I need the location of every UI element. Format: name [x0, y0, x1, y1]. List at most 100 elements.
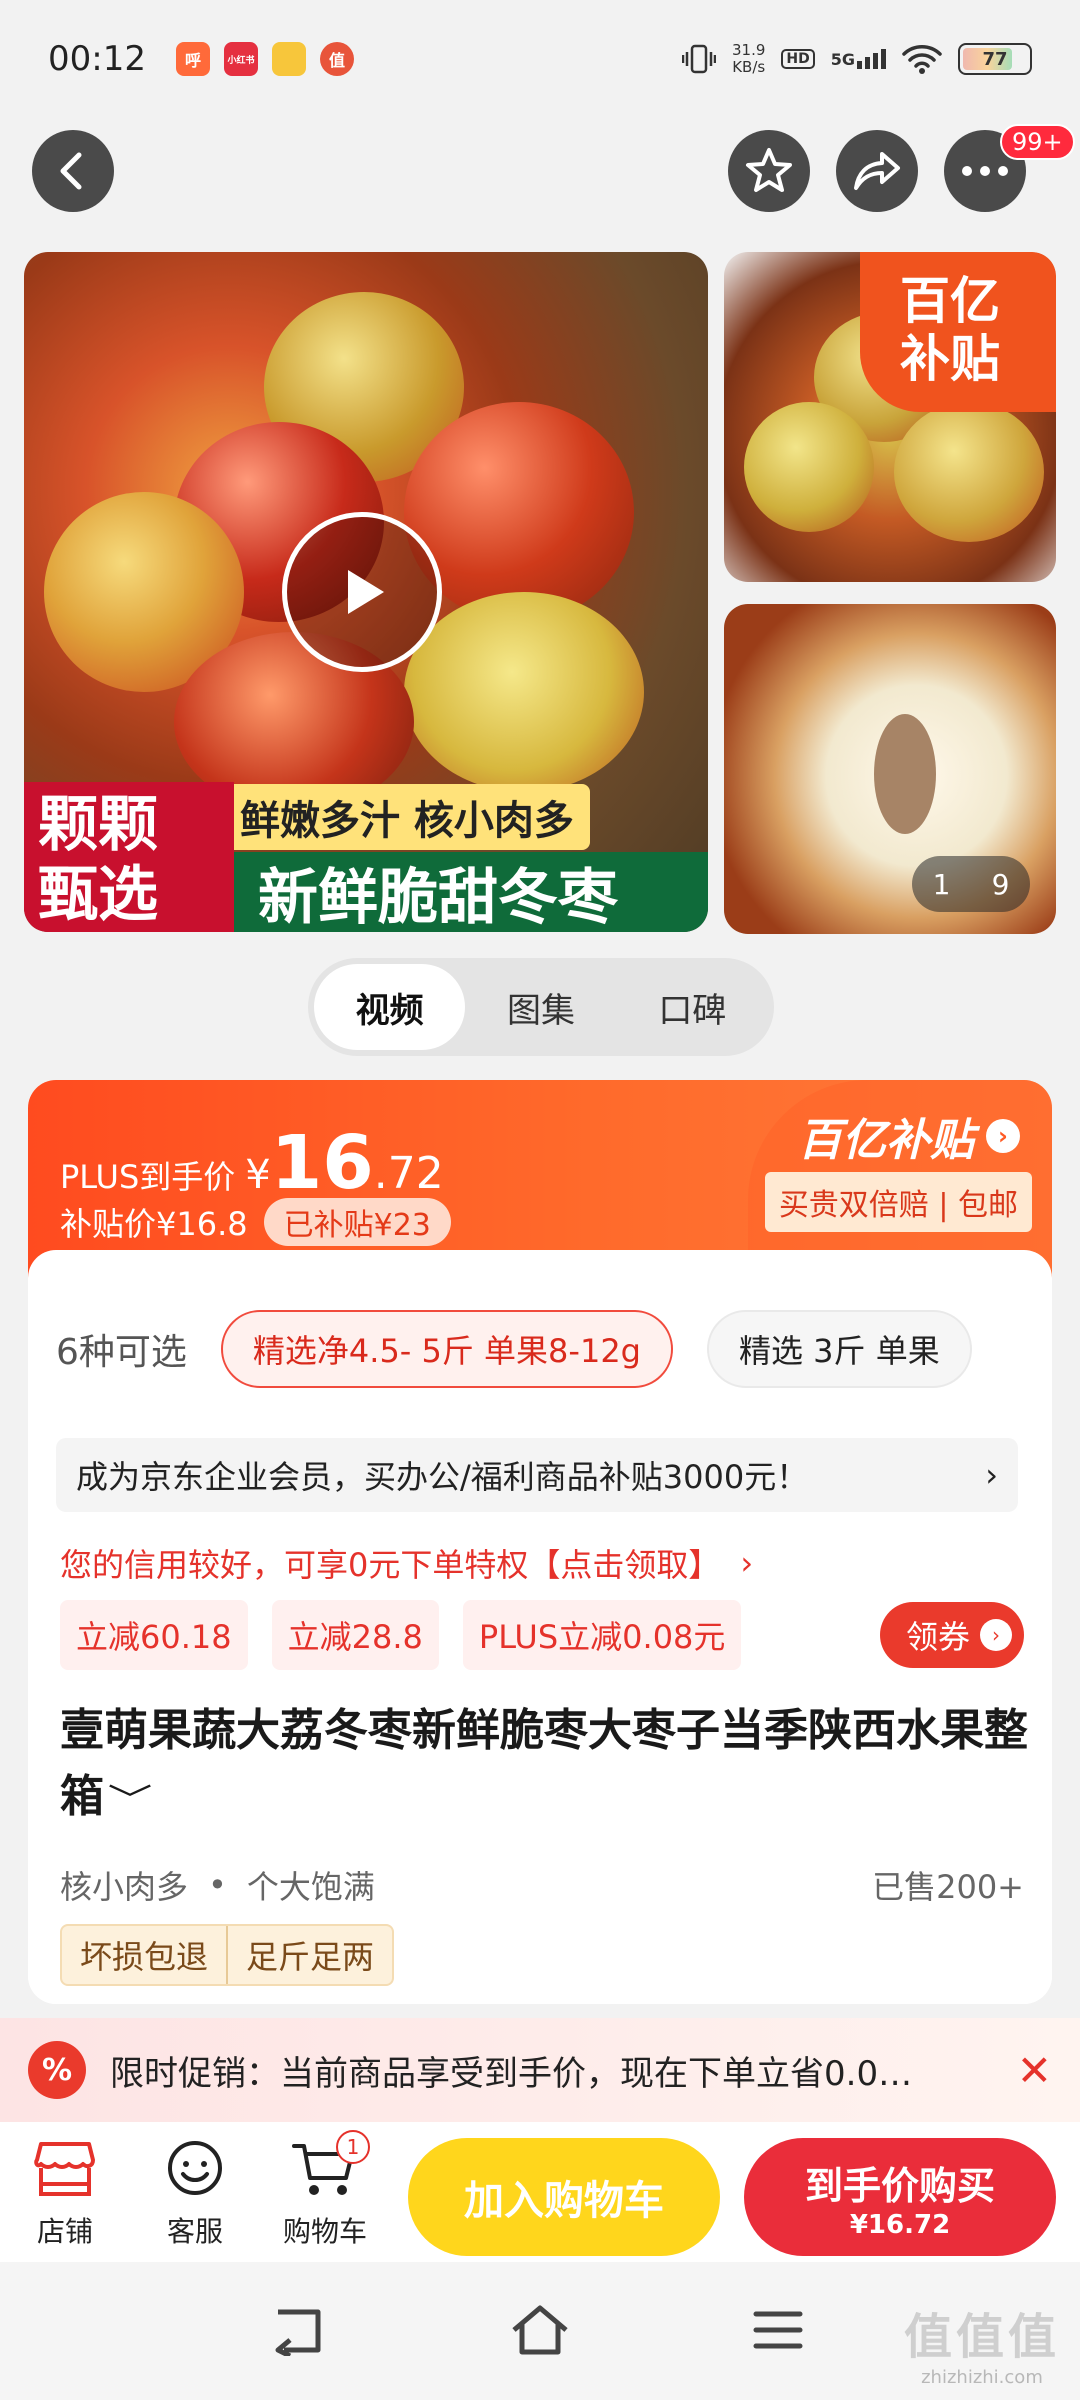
guarantee-label: 买贵双倍赔 | 包邮	[764, 1172, 1032, 1232]
wifi-icon	[902, 45, 942, 74]
jujube-pit-image	[874, 714, 936, 834]
jujube-image	[744, 402, 874, 532]
promo-text: 限时促销：当前商品享受到手价，现在下单立省0.0…	[110, 2053, 913, 2094]
star-icon	[746, 148, 792, 192]
corner-badge-line2: 补贴	[900, 330, 1000, 388]
store-button[interactable]: 店铺	[10, 2140, 120, 2250]
credit-offer-text: 您的信用较好，可享0元下单特权【点击领取】	[60, 1546, 721, 1584]
discount-tag: 立减28.8	[271, 1600, 439, 1670]
cart-label: 购物车	[282, 2215, 367, 2248]
hero-green-label: 新鲜脆甜冬枣	[234, 852, 708, 932]
tab-video[interactable]: 视频	[314, 964, 466, 1050]
gallery-thumb-1[interactable]: 百亿 补贴	[724, 252, 1056, 582]
home-nav-icon[interactable]	[510, 2304, 570, 2356]
close-icon[interactable]: ✕	[1017, 2046, 1052, 2095]
discount-icon: %	[28, 2041, 86, 2099]
net-speed-unit: KB/s	[732, 58, 766, 76]
play-button[interactable]	[282, 512, 442, 672]
spec-count[interactable]: 6种可选	[56, 1323, 187, 1375]
cart-button[interactable]: 1 购物车	[270, 2130, 380, 2250]
app-icon-3	[271, 42, 306, 76]
spec-option-selected[interactable]: 精选净4.5- 5斤 单果8-12g	[220, 1310, 673, 1388]
hero-red-label: 颗颗 甄选	[24, 782, 234, 932]
hero-red-line1: 颗颗	[38, 790, 158, 860]
back-button[interactable]	[32, 130, 114, 212]
service-tags[interactable]: 坏损包退 足斤足两	[60, 1924, 395, 1986]
chevron-right-icon: ›	[986, 1119, 1020, 1153]
status-time: 00:12	[48, 39, 146, 79]
app-icon-1: 呼	[175, 42, 210, 76]
discount-tag: PLUS立减0.08元	[462, 1600, 742, 1670]
corner-badge-line1: 百亿	[900, 272, 1000, 330]
gallery-pager: 1 9	[912, 856, 1030, 912]
product-card: PLUS到手价 ¥ 16 .72 补贴价¥16.8 已补贴¥23 百亿补贴 › …	[28, 1080, 1052, 2004]
network-type: 5G	[830, 50, 855, 69]
subsidy-corner-badge: 百亿 补贴	[860, 252, 1056, 412]
subsidy-line: 补贴价¥16.8 已补贴¥23	[60, 1198, 451, 1246]
vibrate-icon	[681, 44, 716, 74]
discount-list: 立减60.18 立减28.8 PLUS立减0.08元	[60, 1600, 742, 1670]
hero-red-line2: 甄选	[38, 860, 158, 930]
spec-option[interactable]: 精选 3斤 单果	[707, 1310, 972, 1388]
enterprise-member-banner[interactable]: 成为京东企业会员，买办公/福利商品补贴3000元！ ›	[56, 1438, 1018, 1512]
product-title-text: 壹萌果蔬大荔冬枣新鲜脆枣大枣子当季陕西水果整箱	[60, 1705, 1028, 1822]
get-coupon-button[interactable]: 领券 ›	[879, 1602, 1024, 1668]
menu-nav-icon[interactable]	[752, 2308, 804, 2352]
subsidy-brand-label: 百亿补贴	[798, 1115, 974, 1166]
battery-icon: 77	[958, 43, 1032, 75]
tab-gallery[interactable]: 图集	[465, 964, 616, 1050]
product-details: 6种可选 精选净4.5- 5斤 单果8-12g 精选 3斤 单果 成为京东企业会…	[28, 1250, 1052, 2004]
price-integer: 16	[270, 1120, 374, 1206]
store-icon	[34, 2142, 95, 2196]
net-speed-value: 31.9	[731, 41, 766, 59]
share-button[interactable]	[836, 130, 918, 212]
chevron-down-icon: ﹀	[107, 1781, 153, 1819]
hero-tagline: 鲜嫩多汁 核小肉多	[224, 784, 590, 850]
credit-offer[interactable]: 您的信用较好，可享0元下单特权【点击领取】 ›	[60, 1540, 753, 1586]
discount-tag: 立减60.18	[60, 1600, 248, 1670]
subsidy-brand-link[interactable]: 百亿补贴 ›	[798, 1104, 1020, 1168]
feature-separator: •	[208, 1866, 227, 1904]
battery-level: 77	[982, 48, 1008, 70]
service-label: 客服	[166, 2215, 223, 2248]
chevron-right-icon: ›	[985, 1456, 998, 1494]
price-decimal: .72	[373, 1148, 444, 1199]
system-navigation-bar: 值值值 zhizhizhi.com	[0, 2262, 1080, 2400]
service-tag: 坏损包退	[80, 1938, 209, 1976]
buy-now-label: 到手价购买	[804, 2163, 995, 2208]
net-speed: 31.9 KB/s	[732, 42, 765, 76]
customer-service-button[interactable]: 客服	[140, 2140, 250, 2250]
chat-smile-icon	[168, 2141, 222, 2195]
watermark-logo: 值值值	[903, 2309, 1060, 2365]
buy-now-price: ¥16.72	[849, 2209, 951, 2240]
spec-selector: 6种可选 精选净4.5- 5斤 单果8-12g 精选 3斤 单果	[56, 1310, 972, 1388]
feature-label: 核小肉多	[60, 1868, 189, 1906]
bottom-action-bar: 店铺 客服 1 购物车 加入购物车 到手价购买 ¥16.72	[0, 2122, 1080, 2262]
favorite-button[interactable]	[728, 130, 810, 212]
pager-total: 9	[991, 867, 1010, 901]
back-nav-icon[interactable]	[270, 2306, 326, 2356]
more-icon	[962, 166, 1008, 176]
tab-reviews[interactable]: 口碑	[617, 964, 768, 1050]
sold-count: 已售200+	[872, 1868, 1024, 1906]
message-badge: 99+	[1000, 124, 1075, 160]
currency-symbol: ¥	[245, 1152, 271, 1198]
hero-video[interactable]: 鲜嫩多汁 核小肉多 颗颗 甄选 新鲜脆甜冬枣	[24, 252, 708, 932]
pager-current: 1	[932, 867, 951, 901]
buy-now-button[interactable]: 到手价购买 ¥16.72	[744, 2138, 1056, 2256]
subsidy-pill: 已补贴¥23	[263, 1198, 451, 1246]
jujube-image	[404, 592, 644, 792]
back-icon	[60, 152, 82, 190]
promo-banner[interactable]: % 限时促销：当前商品享受到手价，现在下单立省0.0… ✕	[0, 2018, 1080, 2122]
product-features: 核小肉多 • 个大饱满	[60, 1862, 375, 1908]
get-coupon-label: 领券	[905, 1618, 970, 1656]
product-title[interactable]: 壹萌果蔬大荔冬枣新鲜脆枣大枣子当季陕西水果整箱 ﹀	[60, 1698, 1030, 1833]
play-icon	[348, 570, 384, 614]
watermark: 值值值 zhizhizhi.com	[904, 2297, 1060, 2388]
feature-label: 个大饱满	[246, 1868, 375, 1906]
store-label: 店铺	[36, 2215, 93, 2248]
member-banner-text: 成为京东企业会员，买办公/福利商品补贴3000元！	[76, 1458, 809, 1496]
notification-icons: 呼 小红书 值	[175, 42, 354, 76]
add-to-cart-button[interactable]: 加入购物车	[408, 2138, 720, 2256]
service-tag: 足斤足两	[226, 1926, 392, 1984]
